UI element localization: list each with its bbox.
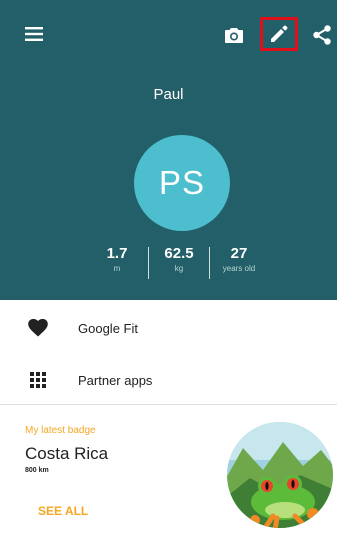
height-value: 1.7 (106, 245, 128, 262)
see-all-button[interactable]: SEE ALL (38, 504, 88, 518)
age-unit: years old (222, 264, 256, 273)
age-value: 27 (230, 245, 248, 262)
age-stat: 27 years old (214, 245, 264, 275)
weight-stat: 62.5 kg (158, 245, 200, 275)
frog-badge-icon (227, 422, 333, 528)
badge-name: Costa Rica (25, 444, 109, 463)
google-fit-row[interactable]: Google Fit (0, 303, 337, 353)
badge-section-title: My latest badge (25, 425, 96, 436)
edit-button[interactable] (260, 17, 298, 51)
profile-name: Paul (153, 86, 184, 103)
edit-icon (271, 25, 288, 42)
avatar[interactable]: PS (134, 135, 230, 231)
avatar-initials: PS (158, 164, 206, 201)
height-stat: 1.7 m (98, 245, 136, 275)
partner-apps-label: Partner apps (78, 372, 153, 388)
weight-value: 62.5 (164, 245, 194, 262)
heart-icon (27, 317, 49, 339)
stats-divider (148, 247, 149, 279)
share-icon (313, 25, 331, 45)
menu-icon (25, 27, 43, 41)
profile-stats: 1.7 m 62.5 kg 27 years old (0, 245, 337, 285)
camera-icon (225, 28, 243, 43)
share-button[interactable] (309, 20, 335, 50)
partner-apps-row[interactable]: Partner apps (0, 355, 337, 405)
section-divider (0, 404, 337, 405)
camera-button[interactable] (219, 21, 249, 49)
height-unit: m (113, 264, 121, 273)
weight-unit: kg (174, 264, 184, 273)
apps-grid-icon (27, 369, 49, 391)
badge-distance: 800 km (25, 467, 49, 474)
google-fit-label: Google Fit (78, 320, 138, 336)
badge-image[interactable] (225, 420, 335, 530)
menu-button[interactable] (20, 22, 48, 46)
profile-header: Paul PS 1.7 m 62.5 kg 27 years old (0, 0, 337, 300)
stats-divider (209, 247, 210, 279)
